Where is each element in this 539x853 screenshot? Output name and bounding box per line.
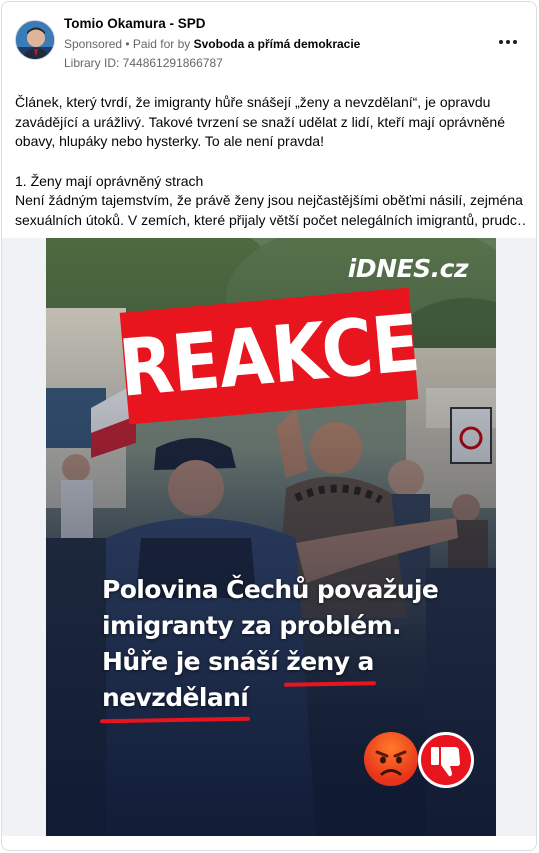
paid-for-prefix: • Paid for by (122, 37, 194, 51)
library-id: Library ID: 744861291866787 (64, 56, 223, 70)
post-line: Není žádným tajemstvím, že právě ženy js… (15, 192, 523, 208)
stamp-text: REAKCE (115, 297, 423, 415)
headline-line: Polovina Čechů považuje (102, 575, 439, 604)
headline-underlined: nevzdělaní (102, 680, 249, 716)
image-headline: Polovina Čechů považuje imigranty za pro… (102, 572, 472, 716)
post-heading: 1. Ženy mají oprávněný strach (15, 172, 204, 189)
avatar[interactable] (15, 20, 55, 60)
headline-line: imigranty za problém. (102, 611, 402, 640)
headline-fragment: Hůře je snáší (102, 647, 287, 676)
ad-image[interactable]: iDNES.cz REAKCE Polovina Čechů považuje … (46, 238, 496, 836)
sponsored-line: Sponsored • Paid for by Svoboda a přímá … (64, 37, 360, 51)
ad-post-card: Tomio Okamura - SPD Sponsored • Paid for… (1, 1, 537, 851)
paid-for-by-link[interactable]: Svoboda a přímá demokracie (194, 37, 361, 51)
watermark-logo: iDNES.cz (347, 254, 469, 283)
post-text: Článek, který tvrdí, že imigranty hůře s… (15, 93, 527, 230)
post-paragraph: Článek, který tvrdí, že imigranty hůře s… (15, 94, 505, 149)
headline-underlined: ženy a (286, 644, 374, 680)
more-options-icon[interactable] (496, 32, 520, 52)
thumbs-down-icon (418, 732, 474, 788)
headline-line: Hůře je snáší ženy a (102, 644, 472, 680)
post-line-truncated[interactable]: sexuálních útoků. V zemích, které přijal… (15, 211, 527, 231)
angry-face-icon (364, 732, 418, 786)
sponsored-label: Sponsored (64, 37, 123, 51)
page-name[interactable]: Tomio Okamura - SPD (64, 16, 206, 31)
